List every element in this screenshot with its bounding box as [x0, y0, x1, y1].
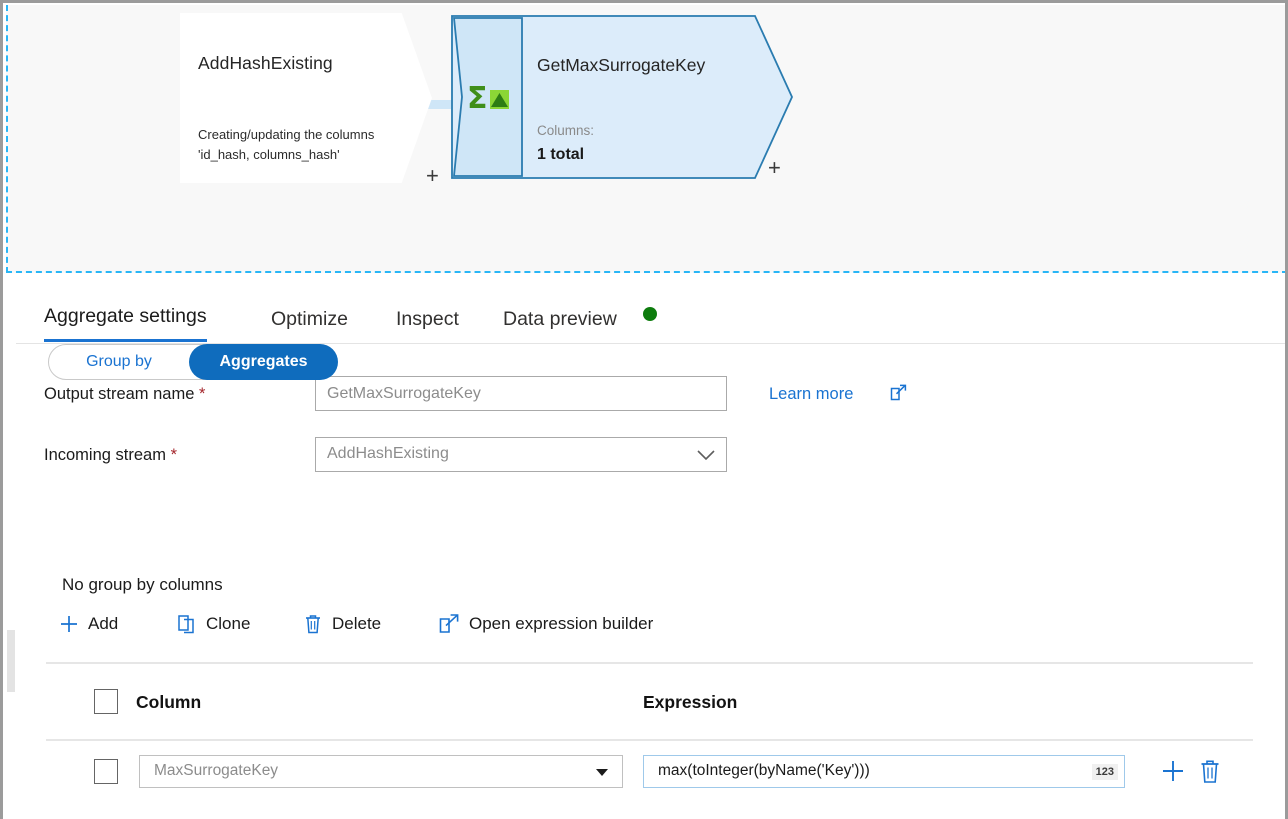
select-all-checkbox[interactable] — [94, 689, 118, 714]
learn-more-link[interactable]: Learn more — [769, 385, 853, 404]
output-stream-name-label-text: Output stream name — [44, 385, 194, 403]
aggregate-settings-panel: Output stream name * Learn more Incoming… — [6, 344, 1288, 819]
required-marker: * — [171, 446, 177, 464]
row-expression-value: max(toInteger(byName('Key'))) — [658, 762, 870, 780]
node-columns-label: Columns: — [537, 123, 594, 138]
node-description: Creating/updating the columns 'id_hash, c… — [198, 125, 428, 165]
chevron-down-icon[interactable] — [596, 769, 608, 776]
panel-scrollbar-track[interactable] — [6, 279, 16, 819]
chevron-down-icon[interactable] — [696, 449, 716, 462]
plus-icon — [58, 613, 80, 635]
output-stream-name-input[interactable] — [315, 376, 727, 411]
external-link-icon[interactable] — [890, 384, 907, 401]
clone-column-label: Clone — [206, 614, 250, 634]
trash-icon — [302, 613, 324, 635]
tab-inspect[interactable]: Inspect — [396, 308, 459, 342]
tab-aggregate-settings[interactable]: Aggregate settings — [44, 305, 207, 342]
transform-node-add-hash-existing[interactable]: AddHashExisting Creating/updating the co… — [180, 13, 432, 183]
row-column-value: MaxSurrogateKey — [154, 762, 278, 780]
tab-data-preview[interactable]: Data preview — [503, 308, 617, 342]
svg-text:Σ: Σ — [467, 81, 488, 116]
table-top-divider — [46, 662, 1253, 664]
delete-column-label: Delete — [332, 614, 381, 634]
node-title: AddHashExisting — [198, 53, 333, 74]
required-marker: * — [199, 385, 205, 403]
row-select-checkbox[interactable] — [94, 759, 118, 784]
node-columns-value: 1 total — [537, 146, 584, 164]
expression-type-badge: 123 — [1092, 764, 1118, 780]
settings-tab-bar: Aggregate settings Optimize Inspect Data… — [6, 279, 1288, 344]
aggregate-sigma-icon: Σ — [467, 79, 515, 117]
data-flow-aggregate-settings-screen: AddHashExisting Creating/updating the co… — [0, 0, 1288, 819]
group-by-status-text: No group by columns — [62, 575, 223, 595]
incoming-stream-select[interactable]: AddHashExisting — [315, 437, 727, 472]
mode-toggle-aggregates[interactable]: Aggregates — [189, 344, 338, 380]
row-expression-input[interactable]: max(toInteger(byName('Key'))) 123 — [643, 755, 1125, 788]
incoming-stream-label: Incoming stream * — [44, 446, 177, 465]
external-link-icon — [438, 613, 460, 635]
mode-toggle-group-by[interactable]: Group by — [49, 345, 189, 379]
table-header-expression: Expression — [643, 692, 737, 713]
table-header-divider — [46, 739, 1253, 741]
mode-toggle[interactable]: Group by Aggregates — [48, 344, 336, 380]
row-column-select[interactable]: MaxSurrogateKey — [139, 755, 623, 788]
trash-icon[interactable] — [1198, 756, 1222, 786]
tab-optimize[interactable]: Optimize — [271, 308, 348, 342]
node-description-line1: Creating/updating the columns — [198, 127, 374, 142]
plus-icon[interactable] — [1160, 756, 1186, 786]
canvas-surface[interactable]: AddHashExisting Creating/updating the co… — [8, 5, 1286, 271]
data-flow-canvas[interactable]: AddHashExisting Creating/updating the co… — [6, 5, 1288, 273]
add-column-label: Add — [88, 614, 118, 634]
add-node-after-selected-button[interactable]: + — [768, 157, 781, 179]
incoming-stream-value: AddHashExisting — [327, 445, 449, 463]
node-title: GetMaxSurrogateKey — [537, 55, 705, 76]
output-stream-name-label: Output stream name * — [44, 385, 205, 404]
copy-icon — [176, 613, 198, 635]
panel-scrollbar-thumb[interactable] — [7, 630, 15, 692]
incoming-stream-label-text: Incoming stream — [44, 446, 166, 464]
node-description-line2: 'id_hash, columns_hash' — [198, 147, 340, 162]
data-preview-status-dot — [643, 307, 657, 321]
add-downstream-node-button[interactable]: + — [426, 165, 439, 187]
node-icon-strip: Σ — [453, 17, 523, 177]
table-header-column: Column — [136, 692, 201, 713]
open-expression-builder-label: Open expression builder — [469, 614, 653, 634]
